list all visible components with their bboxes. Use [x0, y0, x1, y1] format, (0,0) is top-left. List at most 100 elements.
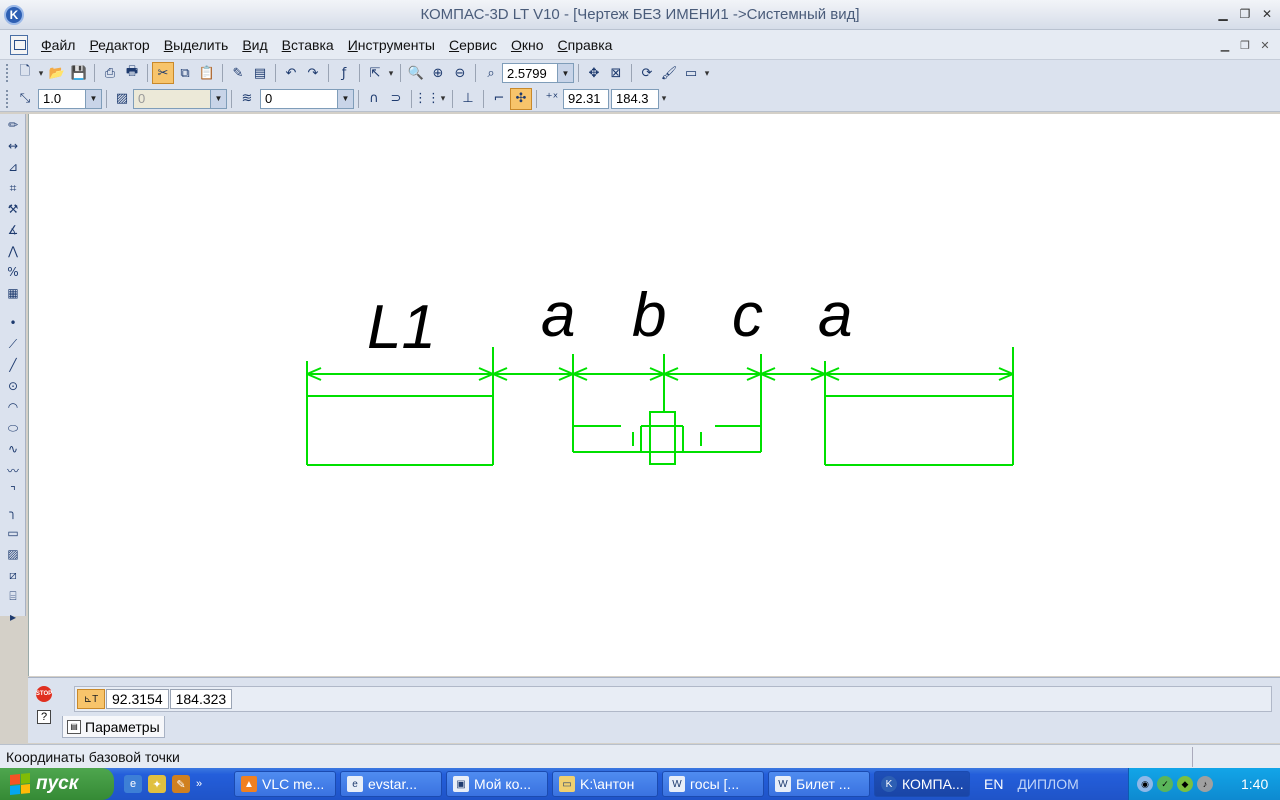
select-panel-icon[interactable]: ⋀ — [2, 241, 24, 261]
zoom-in-icon[interactable]: ⊕ — [427, 62, 449, 84]
dimensions-panel-icon[interactable]: ↔ — [2, 136, 24, 156]
zoom-window-icon[interactable]: 🔍 — [405, 62, 427, 84]
manager-icon[interactable]: ▤ — [249, 62, 271, 84]
grid-dropdown-icon[interactable]: ▾ — [438, 93, 448, 104]
parametrization-panel-icon[interactable]: ⚒ — [2, 199, 24, 219]
toolbar1-more-icon[interactable]: ▾ — [386, 68, 396, 79]
circle-tool-icon[interactable]: ⊙ — [2, 376, 24, 396]
geometry-panel-icon[interactable]: ✏ — [2, 115, 24, 135]
task-kompas[interactable]: K КОМПА... — [874, 771, 970, 797]
editing-panel-icon[interactable]: ⌗ — [2, 178, 24, 198]
base-point-icon[interactable]: ⊾T — [77, 689, 105, 709]
base-point-y-field[interactable]: 184.323 — [169, 689, 233, 709]
spline-tool-icon[interactable]: 〰 — [2, 460, 24, 480]
aux-line-tool-icon[interactable]: ⟋ — [2, 334, 24, 354]
doc-restore-icon[interactable]: ❐ — [1238, 39, 1252, 52]
chevron-down-icon[interactable]: ▼ — [557, 64, 573, 82]
menu-window[interactable]: Окно — [504, 34, 551, 56]
point-tool-icon[interactable]: • — [2, 313, 24, 333]
regenerate-icon[interactable]: ⟳ — [636, 62, 658, 84]
round-coords-icon[interactable]: ✣ — [510, 87, 532, 110]
ortho-icon[interactable]: ⌐ — [488, 88, 510, 110]
new-dropdown-icon[interactable]: ▾ — [36, 68, 46, 79]
menu-help[interactable]: Справка — [551, 34, 620, 56]
tool-icon[interactable]: ✎ — [172, 775, 190, 793]
undo-icon[interactable]: ↶ — [280, 62, 302, 84]
menu-view[interactable]: Вид — [235, 34, 274, 56]
snap-magnet-icon[interactable]: ∩ — [363, 88, 385, 110]
hatch-tool-icon[interactable]: ▨ — [2, 544, 24, 564]
doc-minimize-icon[interactable]: ▁ — [1218, 39, 1232, 52]
quick-launch-more-icon[interactable]: » — [196, 778, 202, 790]
language-indicator[interactable]: EN — [984, 776, 1003, 792]
measure-panel-icon[interactable]: ∡ — [2, 220, 24, 240]
toolbar2-grip[interactable] — [6, 89, 10, 108]
equidistant-tool-icon[interactable]: ⌸ — [2, 586, 24, 606]
ie-icon[interactable]: e — [124, 775, 142, 793]
base-point-x-field[interactable]: 92.3154 — [106, 689, 169, 709]
stop-icon[interactable]: STOP — [36, 686, 52, 702]
menu-tools[interactable]: Инструменты — [341, 34, 442, 56]
scale-combo[interactable]: 1.0 ▼ — [38, 88, 102, 109]
style-combo[interactable]: 0 ▼ — [133, 88, 227, 109]
zoom-combo[interactable]: 2.5799 ▼ — [502, 63, 574, 83]
menu-service[interactable]: Сервис — [442, 34, 504, 56]
style-icon[interactable]: ▨ — [111, 88, 133, 110]
antivirus-icon[interactable]: ✓ — [1157, 776, 1173, 792]
scale-icon[interactable]: ⤡ — [14, 88, 36, 110]
menu-editor[interactable]: Редактор — [82, 34, 156, 56]
drawing-canvas[interactable]: L1 a b c a — [28, 114, 1280, 676]
start-button[interactable]: пуск — [0, 768, 114, 800]
properties-brush-icon[interactable]: ✎ — [227, 62, 249, 84]
save-icon[interactable]: 💾 — [68, 62, 90, 84]
clock[interactable]: 1:40 — [1241, 776, 1268, 792]
tab-parameters[interactable]: ▤ Параметры — [62, 716, 165, 738]
help-icon[interactable]: ? — [37, 710, 51, 724]
task-folder[interactable]: ▭ K:\антон — [552, 771, 658, 797]
kompas-logo-icon[interactable]: K — [4, 4, 24, 25]
context-help-icon[interactable]: ⇱ — [364, 62, 386, 84]
menu-file[interactable]: Файл — [34, 34, 82, 56]
toolbar-grip[interactable] — [6, 64, 10, 82]
designations-panel-icon[interactable]: ⊿ — [2, 157, 24, 177]
variables-fx-icon[interactable]: ƒ — [333, 62, 355, 84]
zoom-all-icon[interactable]: ⊠ — [605, 62, 627, 84]
rectangle-tool-icon[interactable]: ▭ — [2, 523, 24, 543]
toolbar2-more-icon[interactable]: ▾ — [659, 93, 669, 104]
segment-tool-icon[interactable]: ╱ — [2, 355, 24, 375]
arc-tool-icon[interactable]: ◠ — [2, 397, 24, 417]
app-icon[interactable]: ✦ — [148, 775, 166, 793]
copy-icon[interactable]: ⧉ — [174, 62, 196, 84]
zoom-out-icon[interactable]: ⊖ — [449, 62, 471, 84]
local-cs-icon[interactable]: ⊥ — [457, 88, 479, 110]
print-preview-icon[interactable]: ⎙ — [99, 62, 121, 84]
menu-select[interactable]: Выделить — [157, 34, 236, 56]
reports-panel-icon[interactable]: ▦ — [2, 283, 24, 303]
chevron-down-icon[interactable]: ▼ — [210, 89, 226, 108]
zoom-scale-icon[interactable]: ⌕ — [480, 62, 502, 84]
panel-expand-icon[interactable]: ▸ — [2, 607, 24, 627]
contour-tool-icon[interactable]: ⧄ — [2, 565, 24, 585]
display-icon[interactable]: ▭ — [680, 62, 702, 84]
grid-icon[interactable]: ⋮⋮ — [414, 88, 440, 110]
volume-icon[interactable]: ♪ — [1197, 776, 1213, 792]
chamfer-tool-icon[interactable]: ⌝ — [2, 481, 24, 501]
cut-icon[interactable]: ✂ — [152, 62, 174, 84]
redo-icon[interactable]: ↷ — [302, 62, 324, 84]
security-icon[interactable]: ◆ — [1177, 776, 1193, 792]
layer-icon[interactable]: ≋ — [236, 88, 258, 110]
pan-icon[interactable]: ✥ — [583, 62, 605, 84]
cursor-y-field[interactable]: 184.3 — [611, 88, 659, 109]
toolbar1-more2-icon[interactable]: ▾ — [702, 68, 712, 79]
ellipse-tool-icon[interactable]: ⬭ — [2, 418, 24, 438]
cursor-coords-icon[interactable]: ⁺ˣ — [541, 88, 563, 110]
close-icon[interactable]: ✕ — [1258, 6, 1276, 22]
layer-combo[interactable]: 0 ▼ — [260, 88, 354, 109]
document-icon[interactable] — [10, 34, 28, 55]
task-gosy[interactable]: W госы [... — [662, 771, 764, 797]
diploma-toolbar-label[interactable]: ДИПЛОМ — [1017, 776, 1078, 792]
polyline-tool-icon[interactable]: ∿ — [2, 439, 24, 459]
spec-panel-icon[interactable]: % — [2, 262, 24, 282]
task-evstar[interactable]: e evstar... — [340, 771, 442, 797]
chevron-down-icon[interactable]: ▼ — [85, 89, 101, 108]
